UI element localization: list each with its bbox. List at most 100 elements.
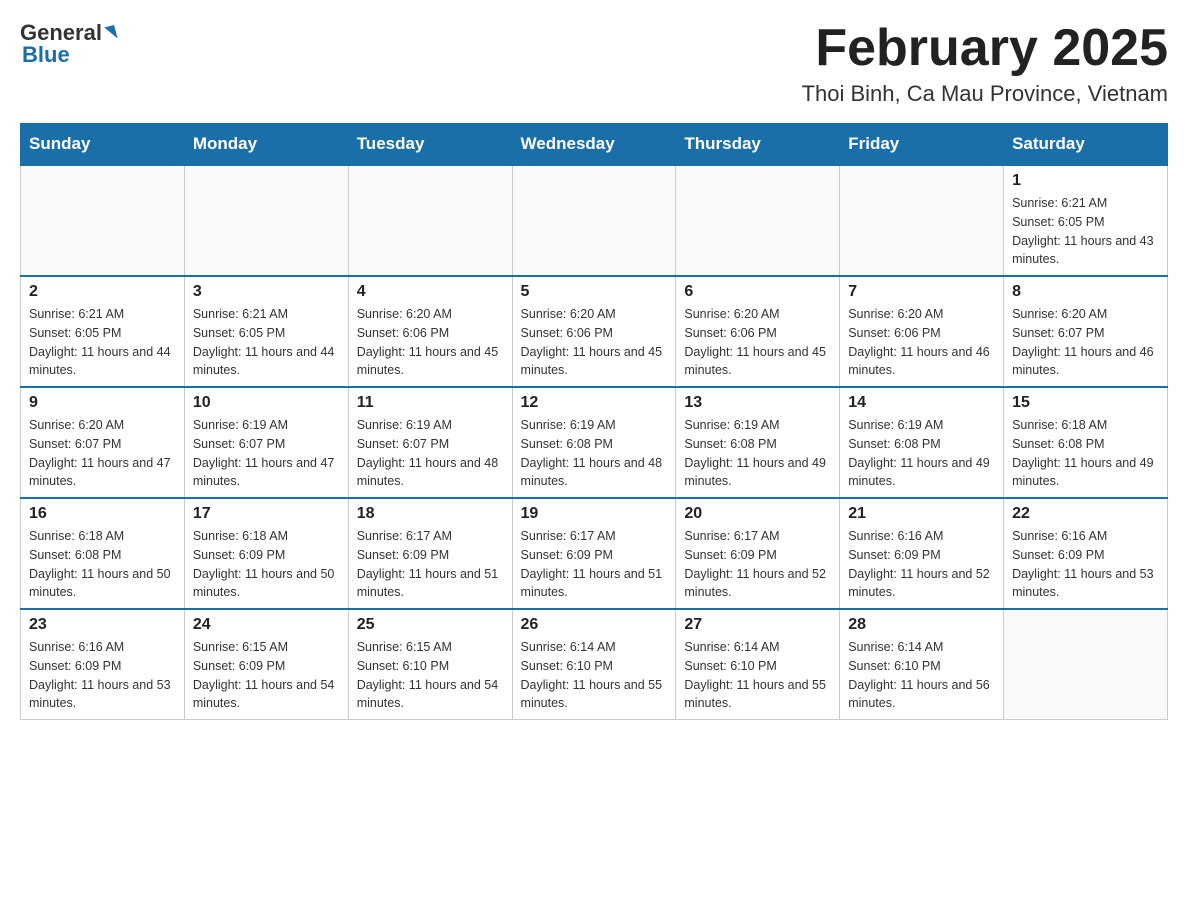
day-info: Sunrise: 6:16 AMSunset: 6:09 PMDaylight:… <box>29 638 176 713</box>
logo: General Blue <box>20 20 116 68</box>
day-info: Sunrise: 6:18 AMSunset: 6:08 PMDaylight:… <box>29 527 176 602</box>
day-info: Sunrise: 6:19 AMSunset: 6:08 PMDaylight:… <box>521 416 668 491</box>
day-number: 6 <box>684 283 831 301</box>
calendar-table: Sunday Monday Tuesday Wednesday Thursday… <box>20 123 1168 720</box>
day-cell <box>348 165 512 276</box>
day-number: 21 <box>848 505 995 523</box>
day-number: 25 <box>357 616 504 634</box>
col-tuesday: Tuesday <box>348 124 512 166</box>
day-info: Sunrise: 6:19 AMSunset: 6:07 PMDaylight:… <box>357 416 504 491</box>
day-info: Sunrise: 6:20 AMSunset: 6:06 PMDaylight:… <box>521 305 668 380</box>
day-cell: 14 Sunrise: 6:19 AMSunset: 6:08 PMDayligh… <box>840 387 1004 498</box>
day-number: 1 <box>1012 172 1159 190</box>
col-monday: Monday <box>184 124 348 166</box>
week-row-2: 9 Sunrise: 6:20 AMSunset: 6:07 PMDaylight… <box>21 387 1168 498</box>
day-number: 11 <box>357 394 504 412</box>
day-cell: 4Sunrise: 6:20 AMSunset: 6:06 PMDaylight… <box>348 276 512 387</box>
day-number: 8 <box>1012 283 1159 301</box>
day-info: Sunrise: 6:21 AMSunset: 6:05 PMDaylight:… <box>1012 194 1159 269</box>
day-info: Sunrise: 6:16 AMSunset: 6:09 PMDaylight:… <box>1012 527 1159 602</box>
day-number: 13 <box>684 394 831 412</box>
day-cell: 5 Sunrise: 6:20 AMSunset: 6:06 PMDaylight… <box>512 276 676 387</box>
page-title: February 2025 <box>802 20 1168 77</box>
day-number: 9 <box>29 394 176 412</box>
day-info: Sunrise: 6:20 AMSunset: 6:06 PMDaylight:… <box>848 305 995 380</box>
logo-arrow-icon <box>104 25 117 41</box>
week-row-1: 2 Sunrise: 6:21 AMSunset: 6:05 PMDaylight… <box>21 276 1168 387</box>
day-cell: 3Sunrise: 6:21 AMSunset: 6:05 PMDaylight… <box>184 276 348 387</box>
day-number: 22 <box>1012 505 1159 523</box>
day-number: 17 <box>193 505 340 523</box>
day-info: Sunrise: 6:19 AMSunset: 6:08 PMDaylight:… <box>684 416 831 491</box>
day-cell: 24 Sunrise: 6:15 AMSunset: 6:09 PMDayligh… <box>184 609 348 720</box>
day-number: 2 <box>29 283 176 301</box>
day-cell: 19 Sunrise: 6:17 AMSunset: 6:09 PMDayligh… <box>512 498 676 609</box>
week-row-0: 1 Sunrise: 6:21 AMSunset: 6:05 PMDaylight… <box>21 165 1168 276</box>
day-info: Sunrise: 6:17 AMSunset: 6:09 PMDaylight:… <box>357 527 504 602</box>
day-number: 24 <box>193 616 340 634</box>
day-number: 7 <box>848 283 995 301</box>
day-cell: 6Sunrise: 6:20 AMSunset: 6:06 PMDaylight… <box>676 276 840 387</box>
day-cell: 25Sunrise: 6:15 AMSunset: 6:10 PMDayligh… <box>348 609 512 720</box>
day-cell: 28 Sunrise: 6:14 AMSunset: 6:10 PMDayligh… <box>840 609 1004 720</box>
day-cell: 16 Sunrise: 6:18 AMSunset: 6:08 PMDayligh… <box>21 498 185 609</box>
day-cell <box>184 165 348 276</box>
page-header: General Blue February 2025 Thoi Binh, Ca… <box>20 20 1168 107</box>
day-number: 18 <box>357 505 504 523</box>
day-number: 15 <box>1012 394 1159 412</box>
day-info: Sunrise: 6:20 AMSunset: 6:06 PMDaylight:… <box>357 305 504 380</box>
page-subtitle: Thoi Binh, Ca Mau Province, Vietnam <box>802 81 1168 107</box>
day-info: Sunrise: 6:17 AMSunset: 6:09 PMDaylight:… <box>684 527 831 602</box>
day-info: Sunrise: 6:14 AMSunset: 6:10 PMDaylight:… <box>684 638 831 713</box>
day-number: 27 <box>684 616 831 634</box>
col-wednesday: Wednesday <box>512 124 676 166</box>
day-info: Sunrise: 6:18 AMSunset: 6:08 PMDaylight:… <box>1012 416 1159 491</box>
day-cell: 13 Sunrise: 6:19 AMSunset: 6:08 PMDayligh… <box>676 387 840 498</box>
day-cell <box>512 165 676 276</box>
col-saturday: Saturday <box>1004 124 1168 166</box>
day-info: Sunrise: 6:18 AMSunset: 6:09 PMDaylight:… <box>193 527 340 602</box>
day-cell: 21 Sunrise: 6:16 AMSunset: 6:09 PMDayligh… <box>840 498 1004 609</box>
day-number: 14 <box>848 394 995 412</box>
day-info: Sunrise: 6:14 AMSunset: 6:10 PMDaylight:… <box>848 638 995 713</box>
day-info: Sunrise: 6:15 AMSunset: 6:09 PMDaylight:… <box>193 638 340 713</box>
day-number: 26 <box>521 616 668 634</box>
week-row-4: 23 Sunrise: 6:16 AMSunset: 6:09 PMDayligh… <box>21 609 1168 720</box>
day-cell: 26 Sunrise: 6:14 AMSunset: 6:10 PMDayligh… <box>512 609 676 720</box>
day-cell: 7 Sunrise: 6:20 AMSunset: 6:06 PMDaylight… <box>840 276 1004 387</box>
day-number: 3 <box>193 283 340 301</box>
calendar-header: Sunday Monday Tuesday Wednesday Thursday… <box>21 124 1168 166</box>
day-cell: 23 Sunrise: 6:16 AMSunset: 6:09 PMDayligh… <box>21 609 185 720</box>
day-number: 5 <box>521 283 668 301</box>
day-cell <box>676 165 840 276</box>
day-info: Sunrise: 6:16 AMSunset: 6:09 PMDaylight:… <box>848 527 995 602</box>
day-number: 20 <box>684 505 831 523</box>
day-cell: 10 Sunrise: 6:19 AMSunset: 6:07 PMDayligh… <box>184 387 348 498</box>
day-cell: 8 Sunrise: 6:20 AMSunset: 6:07 PMDaylight… <box>1004 276 1168 387</box>
day-cell: 2 Sunrise: 6:21 AMSunset: 6:05 PMDaylight… <box>21 276 185 387</box>
day-cell: 15 Sunrise: 6:18 AMSunset: 6:08 PMDayligh… <box>1004 387 1168 498</box>
day-cell <box>21 165 185 276</box>
col-friday: Friday <box>840 124 1004 166</box>
day-number: 10 <box>193 394 340 412</box>
day-cell: 9 Sunrise: 6:20 AMSunset: 6:07 PMDaylight… <box>21 387 185 498</box>
day-cell: 1 Sunrise: 6:21 AMSunset: 6:05 PMDaylight… <box>1004 165 1168 276</box>
col-thursday: Thursday <box>676 124 840 166</box>
day-info: Sunrise: 6:20 AMSunset: 6:07 PMDaylight:… <box>29 416 176 491</box>
day-info: Sunrise: 6:14 AMSunset: 6:10 PMDaylight:… <box>521 638 668 713</box>
title-section: February 2025 Thoi Binh, Ca Mau Province… <box>802 20 1168 107</box>
days-of-week-row: Sunday Monday Tuesday Wednesday Thursday… <box>21 124 1168 166</box>
day-cell: 20 Sunrise: 6:17 AMSunset: 6:09 PMDayligh… <box>676 498 840 609</box>
day-number: 19 <box>521 505 668 523</box>
day-info: Sunrise: 6:19 AMSunset: 6:07 PMDaylight:… <box>193 416 340 491</box>
day-info: Sunrise: 6:17 AMSunset: 6:09 PMDaylight:… <box>521 527 668 602</box>
day-number: 23 <box>29 616 176 634</box>
day-cell <box>840 165 1004 276</box>
day-info: Sunrise: 6:19 AMSunset: 6:08 PMDaylight:… <box>848 416 995 491</box>
day-number: 28 <box>848 616 995 634</box>
day-info: Sunrise: 6:20 AMSunset: 6:07 PMDaylight:… <box>1012 305 1159 380</box>
day-info: Sunrise: 6:21 AMSunset: 6:05 PMDaylight:… <box>29 305 176 380</box>
day-cell: 22 Sunrise: 6:16 AMSunset: 6:09 PMDayligh… <box>1004 498 1168 609</box>
day-number: 16 <box>29 505 176 523</box>
day-cell: 18 Sunrise: 6:17 AMSunset: 6:09 PMDayligh… <box>348 498 512 609</box>
